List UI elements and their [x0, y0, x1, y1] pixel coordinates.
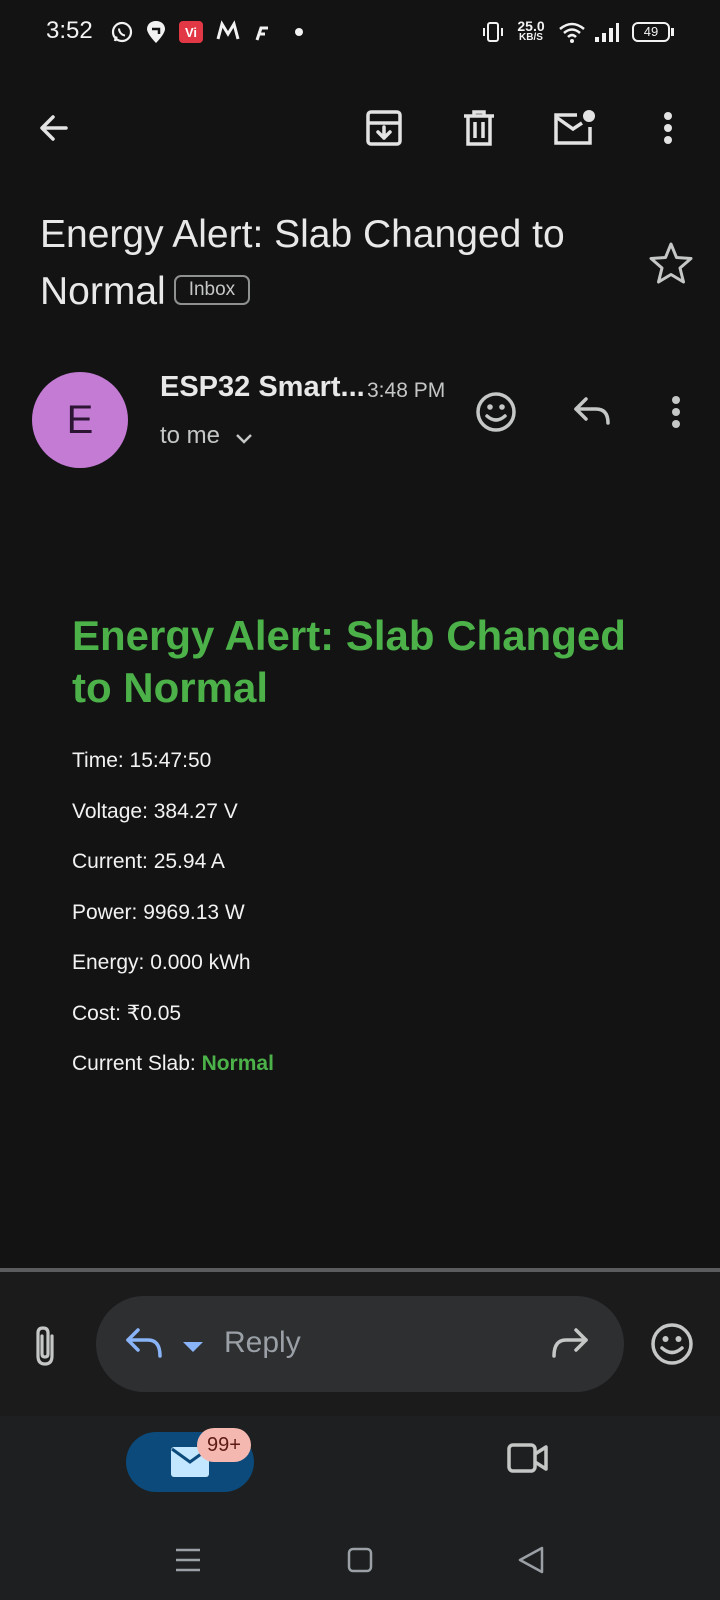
bottom-nav: 99+: [0, 1416, 720, 1600]
recents-nav-button[interactable]: [168, 1540, 208, 1580]
swiggy-icon: [146, 20, 166, 44]
battery-icon: 49: [632, 20, 674, 44]
whatsapp-icon: [110, 20, 134, 44]
more-vert-icon: [672, 396, 680, 428]
mark-unread-button[interactable]: [553, 106, 597, 150]
sender-name[interactable]: ESP32 Smart...: [160, 371, 365, 404]
home-nav-button[interactable]: [340, 1540, 380, 1580]
vi-icon: Vi: [178, 20, 204, 44]
email-time: 3:48 PM: [367, 379, 446, 402]
star-button[interactable]: [648, 240, 694, 286]
email-subject: Energy Alert: Slab Changed to Normal Inbo…: [40, 206, 640, 320]
paperclip-icon: [36, 1326, 54, 1366]
field-time: Time: 15:47:50: [72, 749, 212, 772]
avatar[interactable]: E: [32, 372, 128, 468]
flipkart-icon: [252, 20, 272, 44]
nav-meet-tab[interactable]: [506, 1440, 554, 1488]
net-speed: 25.0 KB/S: [514, 18, 548, 46]
field-power: Power: 9969.13 W: [72, 900, 245, 924]
net-speed-value: 25.0: [517, 18, 545, 34]
reply-icon: [574, 397, 610, 425]
field-current-slab: Current Slab: Normal: [72, 1049, 652, 1100]
mail-count-badge: 99+: [197, 1428, 251, 1462]
video-camera-icon: [507, 1443, 548, 1473]
reply-mode-dropdown[interactable]: [182, 1340, 204, 1358]
emoji-icon: [476, 392, 516, 432]
dot-icon: [294, 20, 304, 44]
reply-input[interactable]: Reply: [224, 1326, 301, 1360]
back-button[interactable]: [32, 106, 76, 150]
slab-label: Current Slab:: [72, 1052, 202, 1075]
status-bar: 3:52 Vi 25.0 KB/S 49: [0, 0, 720, 64]
back-nav-button[interactable]: [512, 1540, 552, 1580]
vibrate-icon: [482, 20, 504, 44]
forward-icon: [552, 1328, 588, 1358]
chevron-down-icon: [236, 434, 252, 444]
reply-button[interactable]: [568, 388, 616, 436]
archive-button[interactable]: [362, 106, 406, 150]
net-speed-unit: KB/S: [519, 32, 543, 43]
subject-text: Energy Alert: Slab Changed to Normal: [40, 213, 565, 313]
field-cost: Cost: ₹0.05: [72, 1001, 182, 1025]
battery-level: 49: [632, 22, 670, 42]
recipient-details[interactable]: to me: [160, 422, 254, 450]
reply-bar: Reply: [0, 1272, 720, 1416]
forward-button[interactable]: [550, 1326, 590, 1367]
status-time: 3:52: [46, 17, 93, 44]
back-arrow-icon: [40, 115, 68, 141]
mark-unread-icon: [554, 110, 595, 145]
reply-input-pill[interactable]: Reply: [96, 1296, 624, 1392]
star-icon: [649, 242, 693, 284]
app-bar: [0, 90, 720, 166]
inbox-label-chip[interactable]: Inbox: [173, 274, 251, 305]
body-title: Energy Alert: Slab Changed to Normal: [72, 612, 626, 711]
sender-more-button[interactable]: [652, 388, 700, 436]
more-vert-icon: [664, 112, 672, 144]
recipient-text: to me: [160, 422, 221, 449]
delete-button[interactable]: [457, 106, 501, 150]
wifi-icon: [558, 20, 586, 44]
email-body: Energy Alert: Slab Changed to Normal Tim…: [72, 610, 652, 1100]
delete-icon: [464, 110, 494, 146]
field-voltage: Voltage: 384.27 V: [72, 799, 238, 823]
myntra-icon: [216, 20, 240, 44]
reply-icon: [126, 1328, 162, 1358]
field-energy: Energy: 0.000 kWh: [72, 951, 251, 974]
reply-emoji-button[interactable]: [650, 1322, 694, 1366]
svg-text:Vi: Vi: [185, 25, 197, 40]
add-reaction-button[interactable]: [472, 388, 520, 436]
caret-down-icon: [183, 1342, 203, 1352]
attach-button[interactable]: [26, 1324, 66, 1368]
archive-icon: [366, 110, 402, 146]
slab-value: Normal: [201, 1052, 274, 1075]
triangle-back-icon: [518, 1546, 544, 1574]
square-icon: [347, 1547, 373, 1573]
more-options-button[interactable]: [646, 106, 690, 150]
signal-icon: [594, 20, 620, 44]
reply-mode-button[interactable]: [124, 1326, 164, 1367]
emoji-icon: [651, 1323, 693, 1365]
menu-lines-icon: [176, 1548, 200, 1572]
field-current: Current: 25.94 A: [72, 850, 225, 873]
